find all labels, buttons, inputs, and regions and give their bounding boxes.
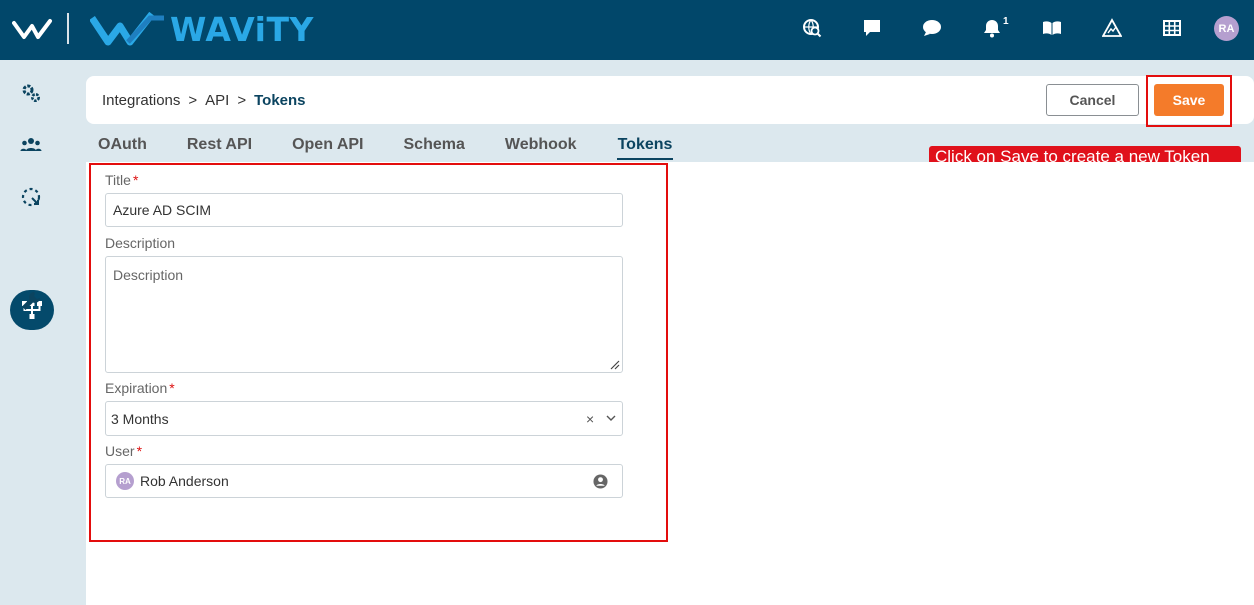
warning-icon[interactable]: [1100, 16, 1124, 40]
wrench-icon[interactable]: [18, 288, 44, 314]
breadcrumb-api[interactable]: API: [205, 92, 229, 109]
loading-dashed-icon[interactable]: [18, 184, 44, 210]
expiration-select[interactable]: 3 Months: [105, 401, 623, 436]
notification-count-badge: 1: [1003, 16, 1009, 27]
cancel-button[interactable]: Cancel: [1046, 84, 1139, 116]
comment-icon[interactable]: [920, 16, 944, 40]
tab-rest-api[interactable]: Rest API: [187, 128, 252, 160]
search-globe-icon[interactable]: [800, 16, 824, 40]
bell-icon[interactable]: [980, 16, 1004, 40]
breadcrumb: Integrations > API > Tokens: [102, 92, 306, 109]
integration-tabs: OAuth Rest API Open API Schema Webhook T…: [98, 128, 713, 160]
user-circle-icon[interactable]: [593, 474, 608, 489]
title-input-value: Azure AD SCIM: [113, 202, 212, 218]
user-avatar[interactable]: RA: [1214, 16, 1239, 41]
users-group-icon[interactable]: [18, 132, 44, 158]
breadcrumb-separator: >: [188, 92, 198, 109]
title-input[interactable]: Azure AD SCIM: [105, 193, 623, 227]
description-textarea[interactable]: Description: [105, 256, 623, 373]
description-label: Description: [105, 235, 176, 251]
user-chip-avatar: RA: [116, 472, 134, 490]
tab-open-api[interactable]: Open API: [292, 128, 363, 160]
settings-gears-icon[interactable]: [18, 80, 44, 106]
top-navigation-bar: WAViTY 1 RA: [0, 0, 1254, 60]
breadcrumb-separator: >: [237, 92, 247, 109]
tab-webhook[interactable]: Webhook: [505, 128, 577, 160]
tab-schema[interactable]: Schema: [404, 128, 465, 160]
brand-logo[interactable]: WAViTY: [90, 9, 314, 49]
chat-icon[interactable]: [860, 16, 884, 40]
book-icon[interactable]: [1040, 16, 1064, 40]
breadcrumb-current: Tokens: [254, 92, 306, 109]
wavity-mini-logo-icon[interactable]: [12, 17, 54, 41]
expiration-label: Expiration *: [105, 380, 175, 396]
title-label: Title *: [105, 172, 139, 188]
wavity-logo-mark-icon: [90, 12, 164, 46]
user-value: Rob Anderson: [140, 473, 229, 489]
description-placeholder: Description: [113, 267, 184, 283]
expiration-value: 3 Months: [111, 410, 169, 427]
page-header: Integrations > API > Tokens Cancel: [86, 76, 1254, 124]
tab-tokens[interactable]: Tokens: [616, 128, 674, 160]
grid-icon[interactable]: [1160, 16, 1184, 40]
breadcrumb-integrations[interactable]: Integrations: [102, 92, 180, 109]
brand-name: WAViTY: [170, 9, 314, 49]
clear-icon[interactable]: ×: [586, 411, 594, 427]
tab-oauth[interactable]: OAuth: [98, 128, 147, 160]
topbar-divider: [67, 13, 69, 44]
sidebar: [0, 60, 71, 605]
user-label: User *: [105, 443, 143, 459]
chevron-down-icon[interactable]: [605, 412, 617, 424]
resize-handle-icon[interactable]: [610, 360, 620, 370]
save-button[interactable]: Save: [1154, 84, 1224, 116]
user-select[interactable]: RA Rob Anderson: [105, 464, 623, 498]
